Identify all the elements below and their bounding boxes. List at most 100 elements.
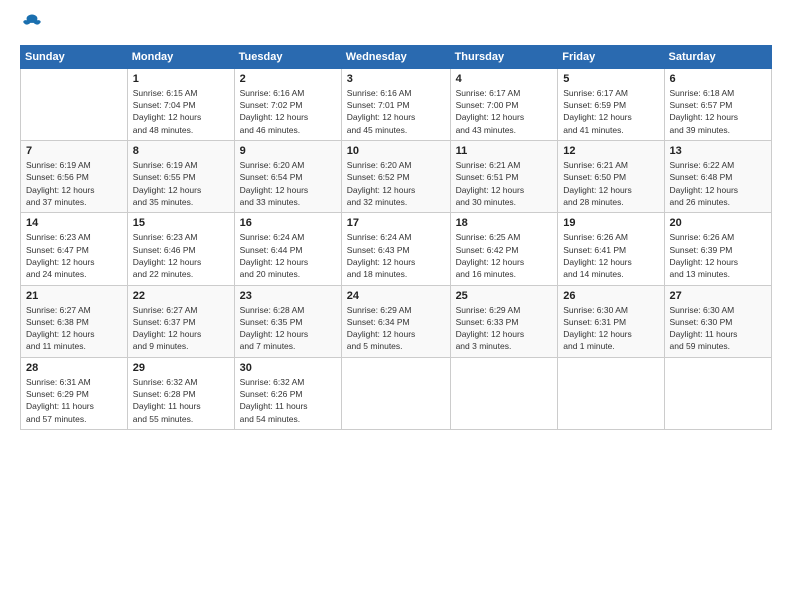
- day-info: Sunrise: 6:30 AM Sunset: 6:30 PM Dayligh…: [670, 304, 766, 353]
- day-info: Sunrise: 6:19 AM Sunset: 6:55 PM Dayligh…: [133, 159, 229, 208]
- day-number: 16: [240, 217, 336, 229]
- calendar-week-row: 28 Sunrise: 6:31 AM Sunset: 6:29 PM Dayli…: [21, 357, 772, 429]
- calendar-cell: 5 Sunrise: 6:17 AM Sunset: 6:59 PM Daylig…: [558, 68, 664, 140]
- calendar-cell: 8 Sunrise: 6:19 AM Sunset: 6:55 PM Daylig…: [127, 141, 234, 213]
- calendar-week-row: 21 Sunrise: 6:27 AM Sunset: 6:38 PM Dayli…: [21, 285, 772, 357]
- day-info: Sunrise: 6:24 AM Sunset: 6:43 PM Dayligh…: [347, 231, 445, 280]
- day-number: 19: [563, 217, 658, 229]
- calendar-cell: 3 Sunrise: 6:16 AM Sunset: 7:01 PM Daylig…: [341, 68, 450, 140]
- calendar-cell: 25 Sunrise: 6:29 AM Sunset: 6:33 PM Dayli…: [450, 285, 558, 357]
- calendar-header-friday: Friday: [558, 45, 664, 68]
- calendar-cell: 18Sunrise: 6:25 AM Sunset: 6:42 PM Dayli…: [450, 213, 558, 285]
- day-number: 11: [456, 145, 553, 157]
- day-number: 28: [26, 362, 122, 374]
- day-number: 3: [347, 73, 445, 85]
- day-number: 8: [133, 145, 229, 157]
- calendar-week-row: 14Sunrise: 6:23 AM Sunset: 6:47 PM Dayli…: [21, 213, 772, 285]
- day-number: 21: [26, 290, 122, 302]
- day-number: 7: [26, 145, 122, 157]
- day-number: 10: [347, 145, 445, 157]
- logo-text: [20, 16, 42, 37]
- calendar-cell: 13Sunrise: 6:22 AM Sunset: 6:48 PM Dayli…: [664, 141, 771, 213]
- calendar-header-monday: Monday: [127, 45, 234, 68]
- day-info: Sunrise: 6:15 AM Sunset: 7:04 PM Dayligh…: [133, 87, 229, 136]
- calendar-cell: 19 Sunrise: 6:26 AM Sunset: 6:41 PM Dayli…: [558, 213, 664, 285]
- calendar-cell: 11 Sunrise: 6:21 AM Sunset: 6:51 PM Dayli…: [450, 141, 558, 213]
- calendar-cell: [558, 357, 664, 429]
- day-info: Sunrise: 6:31 AM Sunset: 6:29 PM Dayligh…: [26, 376, 122, 425]
- logo-bird-icon: [22, 12, 42, 32]
- calendar-cell: 2 Sunrise: 6:16 AM Sunset: 7:02 PM Daylig…: [234, 68, 341, 140]
- calendar-cell: 28 Sunrise: 6:31 AM Sunset: 6:29 PM Dayli…: [21, 357, 128, 429]
- calendar-header-tuesday: Tuesday: [234, 45, 341, 68]
- calendar-cell: 14Sunrise: 6:23 AM Sunset: 6:47 PM Dayli…: [21, 213, 128, 285]
- day-number: 9: [240, 145, 336, 157]
- day-number: 12: [563, 145, 658, 157]
- calendar-cell: [664, 357, 771, 429]
- calendar-cell: 22Sunrise: 6:27 AM Sunset: 6:37 PM Dayli…: [127, 285, 234, 357]
- day-info: Sunrise: 6:27 AM Sunset: 6:37 PM Dayligh…: [133, 304, 229, 353]
- day-info: Sunrise: 6:28 AM Sunset: 6:35 PM Dayligh…: [240, 304, 336, 353]
- day-number: 13: [670, 145, 766, 157]
- calendar-week-row: 1 Sunrise: 6:15 AM Sunset: 7:04 PM Daylig…: [21, 68, 772, 140]
- day-info: Sunrise: 6:26 AM Sunset: 6:41 PM Dayligh…: [563, 231, 658, 280]
- calendar-cell: 1 Sunrise: 6:15 AM Sunset: 7:04 PM Daylig…: [127, 68, 234, 140]
- calendar-body: 1 Sunrise: 6:15 AM Sunset: 7:04 PM Daylig…: [21, 68, 772, 429]
- calendar-cell: 23 Sunrise: 6:28 AM Sunset: 6:35 PM Dayli…: [234, 285, 341, 357]
- calendar-cell: 26 Sunrise: 6:30 AM Sunset: 6:31 PM Dayli…: [558, 285, 664, 357]
- calendar-cell: [341, 357, 450, 429]
- day-number: 23: [240, 290, 336, 302]
- calendar-table: SundayMondayTuesdayWednesdayThursdayFrid…: [20, 45, 772, 430]
- calendar-header-saturday: Saturday: [664, 45, 771, 68]
- day-number: 17: [347, 217, 445, 229]
- calendar-cell: 10Sunrise: 6:20 AM Sunset: 6:52 PM Dayli…: [341, 141, 450, 213]
- day-info: Sunrise: 6:30 AM Sunset: 6:31 PM Dayligh…: [563, 304, 658, 353]
- day-info: Sunrise: 6:27 AM Sunset: 6:38 PM Dayligh…: [26, 304, 122, 353]
- day-number: 6: [670, 73, 766, 85]
- day-number: 30: [240, 362, 336, 374]
- day-number: 15: [133, 217, 229, 229]
- calendar-cell: [21, 68, 128, 140]
- day-info: Sunrise: 6:16 AM Sunset: 7:02 PM Dayligh…: [240, 87, 336, 136]
- calendar-cell: [450, 357, 558, 429]
- day-number: 18: [456, 217, 553, 229]
- calendar-cell: 15 Sunrise: 6:23 AM Sunset: 6:46 PM Dayli…: [127, 213, 234, 285]
- day-info: Sunrise: 6:29 AM Sunset: 6:34 PM Dayligh…: [347, 304, 445, 353]
- calendar-cell: 16 Sunrise: 6:24 AM Sunset: 6:44 PM Dayli…: [234, 213, 341, 285]
- calendar-header-row: SundayMondayTuesdayWednesdayThursdayFrid…: [21, 45, 772, 68]
- day-number: 26: [563, 290, 658, 302]
- calendar-header-wednesday: Wednesday: [341, 45, 450, 68]
- day-info: Sunrise: 6:32 AM Sunset: 6:28 PM Dayligh…: [133, 376, 229, 425]
- day-info: Sunrise: 6:20 AM Sunset: 6:54 PM Dayligh…: [240, 159, 336, 208]
- day-number: 1: [133, 73, 229, 85]
- calendar-cell: 9 Sunrise: 6:20 AM Sunset: 6:54 PM Daylig…: [234, 141, 341, 213]
- calendar-week-row: 7 Sunrise: 6:19 AM Sunset: 6:56 PM Daylig…: [21, 141, 772, 213]
- day-info: Sunrise: 6:23 AM Sunset: 6:47 PM Dayligh…: [26, 231, 122, 280]
- calendar-cell: 29Sunrise: 6:32 AM Sunset: 6:28 PM Dayli…: [127, 357, 234, 429]
- day-info: Sunrise: 6:17 AM Sunset: 6:59 PM Dayligh…: [563, 87, 658, 136]
- day-number: 4: [456, 73, 553, 85]
- day-info: Sunrise: 6:29 AM Sunset: 6:33 PM Dayligh…: [456, 304, 553, 353]
- header: [20, 16, 772, 35]
- calendar-cell: 17 Sunrise: 6:24 AM Sunset: 6:43 PM Dayli…: [341, 213, 450, 285]
- day-info: Sunrise: 6:21 AM Sunset: 6:51 PM Dayligh…: [456, 159, 553, 208]
- day-info: Sunrise: 6:19 AM Sunset: 6:56 PM Dayligh…: [26, 159, 122, 208]
- page: SundayMondayTuesdayWednesdayThursdayFrid…: [0, 0, 792, 612]
- calendar-cell: 27 Sunrise: 6:30 AM Sunset: 6:30 PM Dayli…: [664, 285, 771, 357]
- calendar-header-sunday: Sunday: [21, 45, 128, 68]
- day-info: Sunrise: 6:23 AM Sunset: 6:46 PM Dayligh…: [133, 231, 229, 280]
- calendar-cell: 4Sunrise: 6:17 AM Sunset: 7:00 PM Daylig…: [450, 68, 558, 140]
- day-number: 5: [563, 73, 658, 85]
- day-info: Sunrise: 6:18 AM Sunset: 6:57 PM Dayligh…: [670, 87, 766, 136]
- day-number: 27: [670, 290, 766, 302]
- day-number: 25: [456, 290, 553, 302]
- day-info: Sunrise: 6:16 AM Sunset: 7:01 PM Dayligh…: [347, 87, 445, 136]
- calendar-cell: 6 Sunrise: 6:18 AM Sunset: 6:57 PM Daylig…: [664, 68, 771, 140]
- day-info: Sunrise: 6:24 AM Sunset: 6:44 PM Dayligh…: [240, 231, 336, 280]
- day-info: Sunrise: 6:32 AM Sunset: 6:26 PM Dayligh…: [240, 376, 336, 425]
- calendar-cell: 20Sunrise: 6:26 AM Sunset: 6:39 PM Dayli…: [664, 213, 771, 285]
- calendar-cell: 7 Sunrise: 6:19 AM Sunset: 6:56 PM Daylig…: [21, 141, 128, 213]
- day-number: 2: [240, 73, 336, 85]
- day-info: Sunrise: 6:21 AM Sunset: 6:50 PM Dayligh…: [563, 159, 658, 208]
- calendar-cell: 21 Sunrise: 6:27 AM Sunset: 6:38 PM Dayli…: [21, 285, 128, 357]
